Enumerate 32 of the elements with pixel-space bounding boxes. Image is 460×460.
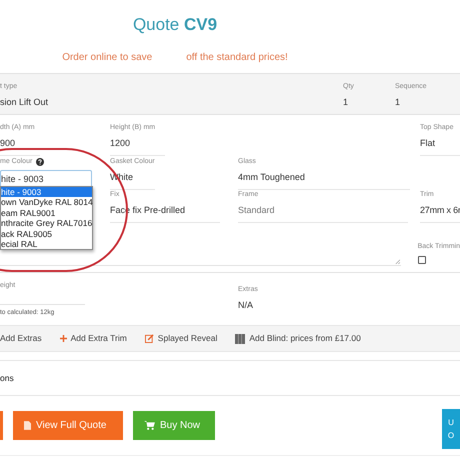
quote-title: Quote CV9	[132, 14, 218, 36]
dropdown-option[interactable]: own VanDyke RAL 8014	[1, 197, 92, 208]
dropdown-option[interactable]: ecial RAL	[1, 239, 92, 250]
promo-text: off the standard prices!	[186, 51, 288, 65]
button-text: U	[448, 418, 454, 427]
width-field[interactable]: 900	[0, 137, 40, 156]
top-shape-field[interactable]: Flat	[420, 137, 460, 156]
dropdown-option[interactable]: hite - 9003	[1, 187, 92, 198]
dropdown-option[interactable]: ack RAL9005	[1, 228, 92, 240]
dropdown-option[interactable]: eam RAL9001	[1, 208, 92, 218]
pdf-file-icon	[24, 421, 31, 430]
glass-field[interactable]: 4mm Toughened	[238, 171, 410, 190]
toolbar-button[interactable]: Add Extra Trim	[60, 332, 127, 345]
promo-text: Order online to save	[62, 51, 152, 65]
help-icon[interactable]	[36, 158, 44, 166]
product-type-field[interactable]: sion Lift Out	[0, 96, 100, 114]
dropdown-option[interactable]: nthracite Grey RAL7016	[1, 218, 92, 229]
extras-field[interactable]: N/A	[238, 299, 388, 316]
qty-field[interactable]: 1	[343, 96, 383, 114]
sequence-field[interactable]: 1	[395, 96, 450, 114]
section-title: ons	[0, 372, 14, 384]
toolbar-button[interactable]: Add Extras	[0, 332, 42, 345]
cart-icon	[144, 421, 155, 430]
resize-handle-icon[interactable]	[394, 259, 400, 264]
toolbar-button[interactable]: Splayed Reveal	[144, 332, 218, 345]
toolbar-button[interactable]: Add Blind: prices from £17.00	[235, 332, 361, 345]
blind-icon	[235, 334, 246, 344]
button-text: O	[448, 431, 454, 440]
height-field[interactable]: 1200	[110, 137, 165, 156]
back-trimming-checkbox[interactable]	[418, 256, 426, 264]
edit-icon	[144, 334, 154, 343]
plus-icon	[60, 335, 67, 342]
